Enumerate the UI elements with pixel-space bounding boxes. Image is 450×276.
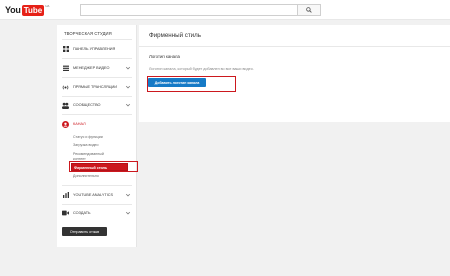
page-title: Фирменный стиль bbox=[149, 32, 201, 39]
search-input[interactable] bbox=[80, 4, 298, 16]
divider bbox=[62, 39, 132, 40]
channel-sub-advanced[interactable]: Дополнительно bbox=[73, 174, 99, 178]
section-title: Логотип канала bbox=[149, 54, 180, 59]
panel-header: Фирменный стиль bbox=[139, 25, 450, 47]
section-description: Логотип канала, который будет добавлен в… bbox=[149, 67, 254, 71]
sidebar-item-label: МЕНЕДЖЕР ВИДЕО bbox=[73, 66, 110, 70]
create-icon bbox=[62, 210, 69, 217]
sidebar-item-create[interactable]: СОЗДАТЬ bbox=[57, 207, 137, 219]
dashboard-icon bbox=[62, 46, 69, 53]
sidebar-item-label: ПРЯМЫЕ ТРАНСЛЯЦИИ bbox=[73, 85, 118, 89]
sidebar-item-channel[interactable]: КАНАЛ bbox=[57, 118, 137, 130]
chevron-down-icon[interactable] bbox=[125, 192, 131, 198]
chevron-down-icon[interactable] bbox=[125, 84, 131, 90]
divider bbox=[62, 185, 132, 186]
sidebar-item-community[interactable]: СООБЩЕСТВО bbox=[57, 99, 137, 111]
video-manager-icon bbox=[62, 65, 69, 72]
sidebar-item-label: YOUTUBE ANALYTICS bbox=[73, 193, 114, 197]
divider bbox=[62, 204, 132, 205]
logo-tube-text: Tube bbox=[21, 4, 45, 16]
channel-icon bbox=[62, 120, 69, 128]
divider bbox=[62, 96, 132, 97]
sidebar-item-video-manager[interactable]: МЕНЕДЖЕР ВИДЕО bbox=[57, 62, 137, 74]
highlight-box-branding bbox=[69, 161, 138, 172]
sidebar-item-live-streaming[interactable]: ПРЯМЫЕ ТРАНСЛЯЦИИ bbox=[57, 81, 137, 93]
sidebar-item-dashboard[interactable]: ПАНЕЛЬ УПРАВЛЕНИЯ bbox=[57, 43, 137, 55]
sidebar-item-label: СОЗДАТЬ bbox=[73, 211, 91, 215]
chevron-down-icon[interactable] bbox=[125, 102, 131, 108]
analytics-icon bbox=[62, 192, 69, 199]
search-button[interactable] bbox=[297, 4, 321, 16]
divider bbox=[62, 58, 132, 59]
branding-panel: Фирменный стиль Логотип канала Логотип к… bbox=[139, 25, 450, 122]
divider bbox=[62, 114, 132, 115]
chevron-down-icon[interactable] bbox=[125, 65, 131, 71]
masthead: You Tube UA bbox=[0, 0, 450, 20]
studio-title: ТВОРЧЕСКАЯ СТУДИЯ bbox=[64, 31, 112, 36]
channel-sub-upload-defaults[interactable]: Загрузка видео bbox=[73, 143, 99, 147]
community-icon bbox=[62, 102, 69, 109]
sidebar-item-label: КАНАЛ bbox=[73, 122, 86, 126]
channel-sub-featured-content[interactable]: Рекомендованный bbox=[73, 152, 104, 156]
divider bbox=[62, 77, 132, 78]
chevron-down-icon[interactable] bbox=[125, 210, 131, 216]
sidebar-item-label: ПАНЕЛЬ УПРАВЛЕНИЯ bbox=[73, 47, 116, 51]
live-stream-icon bbox=[62, 84, 69, 91]
send-feedback-label: Отправить отзыв bbox=[69, 229, 100, 234]
sidebar-item-analytics[interactable]: YOUTUBE ANALYTICS bbox=[57, 189, 137, 201]
send-feedback-button[interactable]: Отправить отзыв bbox=[62, 227, 107, 236]
logo-you-text: You bbox=[5, 5, 21, 15]
logo-region: UA bbox=[45, 4, 50, 8]
highlight-box-add-logo bbox=[147, 76, 236, 92]
sidebar-item-label: СООБЩЕСТВО bbox=[73, 103, 101, 107]
creator-studio-sidebar: ТВОРЧЕСКАЯ СТУДИЯ ПАНЕЛЬ УПРАВЛЕНИЯ МЕНЕ… bbox=[57, 25, 137, 247]
youtube-logo[interactable]: You Tube UA bbox=[5, 4, 49, 16]
channel-sub-status[interactable]: Статус и функции bbox=[73, 135, 103, 139]
search-icon bbox=[306, 7, 312, 13]
